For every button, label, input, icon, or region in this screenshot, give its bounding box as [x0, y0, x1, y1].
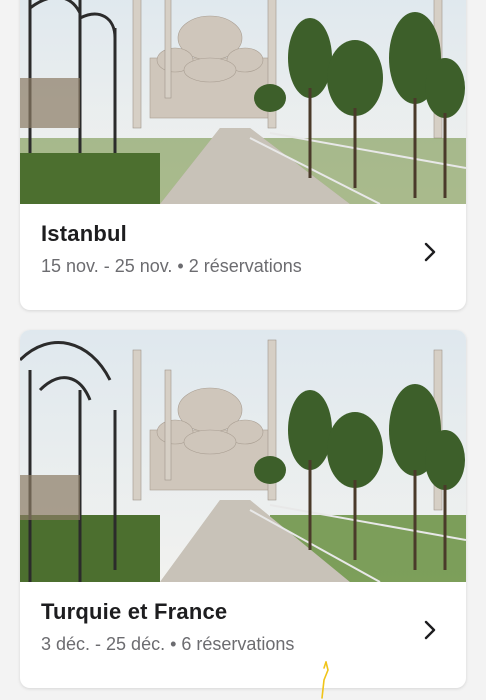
blue-mosque-photo — [20, 0, 466, 204]
chevron-right-icon[interactable] — [420, 618, 440, 642]
trip-dates-reservations: 15 nov. - 25 nov. • 2 réservations — [41, 256, 302, 276]
annotation-stroke — [321, 661, 329, 699]
trip-title: Turquie et France — [41, 599, 228, 624]
trip-card-istanbul[interactable]: Istanbul 15 nov. - 25 nov. • 2 réservati… — [20, 0, 466, 310]
trip-photo — [20, 0, 466, 204]
blue-mosque-photo — [20, 330, 466, 582]
trip-dates-reservations: 3 déc. - 25 déc. • 6 réservations — [41, 634, 295, 654]
trip-card-turquie-france[interactable]: Turquie et France 3 déc. - 25 déc. • 6 r… — [20, 330, 466, 688]
trips-list: Istanbul 15 nov. - 25 nov. • 2 réservati… — [0, 0, 486, 700]
chevron-right-icon[interactable] — [420, 240, 440, 264]
trip-photo — [20, 330, 466, 582]
trip-title: Istanbul — [41, 221, 127, 246]
